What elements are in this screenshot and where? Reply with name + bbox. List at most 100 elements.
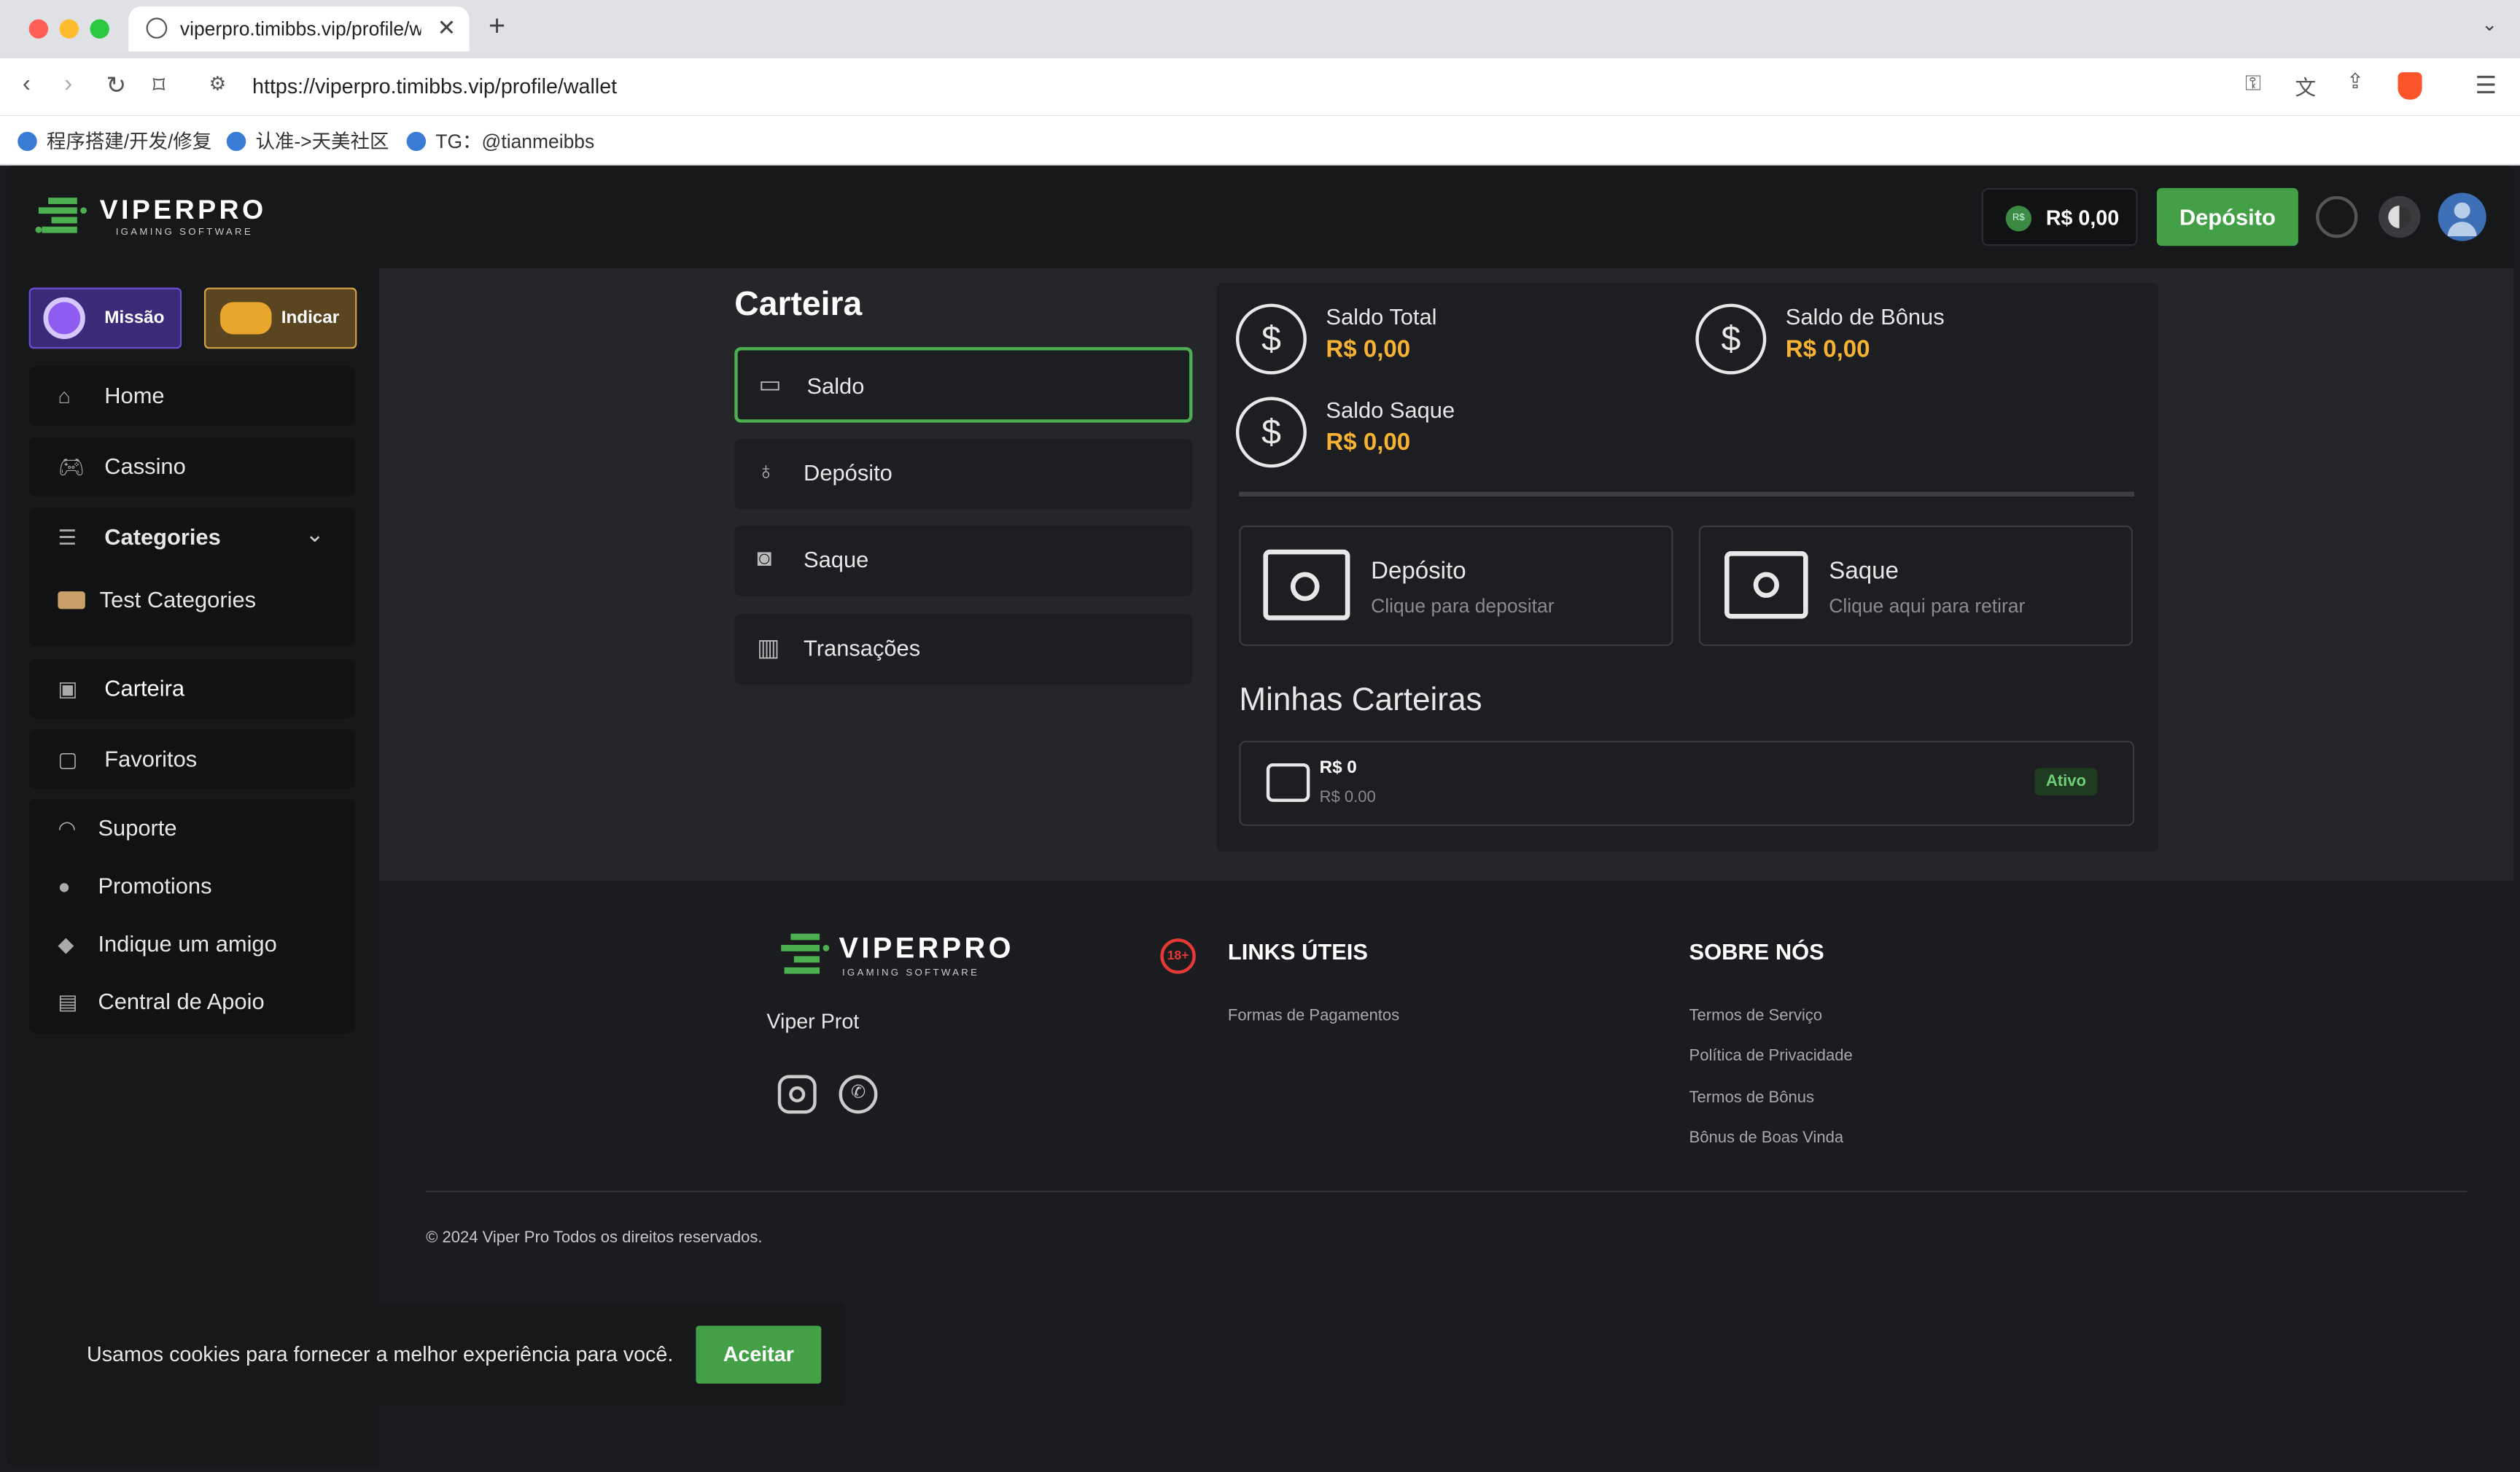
deposit-action-card[interactable]: Depósito Clique para depositar <box>1239 525 1673 647</box>
translate-icon[interactable]: 文 <box>2295 71 2316 101</box>
age-restriction-badge: 18+ <box>1160 938 1196 974</box>
sidebar-item-label: Suporte <box>98 814 177 841</box>
wallet-row-subamount: R$ 0.00 <box>1319 789 1376 807</box>
wallet-menu-withdraw[interactable]: ◙ Saque <box>734 525 1193 596</box>
atm-icon <box>1263 549 1350 620</box>
withdraw-balance-label: Saldo Saque <box>1326 397 1455 423</box>
header-deposit-button[interactable]: Depósito <box>2156 187 2298 246</box>
invite-label: Indicar <box>281 308 340 328</box>
withdraw-balance-value: R$ 0,00 <box>1326 429 1411 456</box>
cookie-banner: Usamos cookies para fornecer a melhor ex… <box>64 1303 846 1406</box>
site-favicon-icon <box>226 131 246 152</box>
target-icon <box>43 297 85 340</box>
instagram-icon[interactable] <box>777 1075 817 1114</box>
dollar-icon: $ <box>1235 303 1307 375</box>
sidebar-item-wallet[interactable]: ▣ Carteira <box>28 658 356 719</box>
logo-subtext: IGAMING SOFTWARE <box>115 227 254 238</box>
maximize-window-button[interactable] <box>90 19 109 39</box>
bookmark-item[interactable]: TG：@tianmeibbs <box>406 127 594 154</box>
whatsapp-icon[interactable]: ✆ <box>839 1075 878 1114</box>
sidebar-item-casino[interactable]: 🎮︎ Cassino <box>28 437 356 497</box>
footer-link[interactable]: Formas de Pagamentos <box>1228 1008 1399 1025</box>
footer-logo-text: VIPERPRO <box>839 932 1014 965</box>
invite-button[interactable]: Indicar <box>203 287 357 349</box>
viper-logo-icon <box>781 933 830 974</box>
tab-title: viperpro.timibbs.vip/profile/wallet <box>179 17 421 41</box>
site-favicon-icon <box>406 131 427 152</box>
sidebar-support-group: ◠ Suporte ● Promotions ◆ Indique um amig… <box>28 798 356 1034</box>
browser-tab[interactable]: viperpro.timibbs.vip/profile/wallet ✕ <box>128 6 470 52</box>
sidebar-item-support[interactable]: ◠ Suporte <box>29 798 355 856</box>
copyright: © 2024 Viper Pro Todos os direitos reser… <box>426 1229 763 1247</box>
wallet-menu-label: Transações <box>804 634 921 661</box>
category-thumbnail-icon <box>58 591 85 610</box>
site-favicon-icon <box>18 131 37 152</box>
withdraw-action-card[interactable]: Saque Clique aqui para retirar <box>1698 525 2133 647</box>
wallet-icon <box>1266 763 1310 802</box>
wallet-row-amount: R$ 0 <box>1319 758 1357 778</box>
reload-icon[interactable]: ↻ <box>106 71 126 99</box>
sidebar-item-categories[interactable]: ☰ Categories ⌄ <box>29 507 355 567</box>
bookmark-item[interactable]: 程序搭建/开发/修复 <box>18 127 211 154</box>
top-navbar: VIPERPRO IGAMING SOFTWARE R$ R$ 0,00 Dep… <box>6 165 2514 269</box>
sidebar-item-label: Promotions <box>98 872 212 899</box>
bookmark-item[interactable]: 认准->天美社区 <box>226 127 389 154</box>
wallet-icon: ▣ <box>58 676 78 701</box>
folder-icon: ▢ <box>58 747 78 771</box>
sidebar-item-label: Central de Apoio <box>98 988 265 1014</box>
ticket-icon: ◆ <box>58 932 74 957</box>
sidebar-item-label: Indique um amigo <box>98 930 277 957</box>
footer-link[interactable]: Bônus de Boas Vinda <box>1689 1129 1844 1147</box>
footer-logo-subtext: IGAMING SOFTWARE <box>841 969 980 979</box>
megaphone-icon: ● <box>58 874 71 899</box>
key-icon[interactable]: ⚿ <box>2245 71 2261 96</box>
bookmark-icon[interactable]: ⌑ <box>152 71 165 99</box>
links-title: LINKS ÚTEIS <box>1227 938 1368 965</box>
sidebar-item-test-categories[interactable]: Test Categories <box>29 570 355 630</box>
footer-link[interactable]: Termos de Serviço <box>1689 1008 1823 1025</box>
footer-link[interactable]: Política de Privacidade <box>1689 1048 1853 1065</box>
menu-icon[interactable]: ☰ <box>2475 71 2497 99</box>
footer-divider <box>426 1191 2468 1193</box>
wallet-menu-deposit[interactable]: ♁ Depósito <box>734 438 1193 510</box>
minimize-window-button[interactable] <box>59 19 79 39</box>
tab-list-chevron-icon[interactable]: ⌄ <box>2481 13 2497 36</box>
sidebar-item-favorites[interactable]: ▢ Favoritos <box>28 729 356 790</box>
footer-link[interactable]: Termos de Bônus <box>1689 1089 1815 1107</box>
total-balance-value: R$ 0,00 <box>1326 335 1411 364</box>
sidebar-item-label: Home <box>104 382 165 408</box>
accept-cookies-button[interactable]: Aceitar <box>696 1325 822 1384</box>
sidebar-item-home[interactable]: ⌂ Home <box>28 366 356 427</box>
site-settings-icon[interactable]: ⚙ <box>209 72 227 95</box>
dollar-icon: $ <box>1235 397 1307 468</box>
total-balance-label: Saldo Total <box>1326 303 1437 330</box>
wallet-row[interactable]: R$ 0 R$ 0.00 Ativo <box>1239 741 2135 826</box>
wallet-menu-transactions[interactable]: ▥ Transações <box>734 613 1193 685</box>
sidebar-item-refer[interactable]: ◆ Indique um amigo <box>29 914 355 972</box>
wallet-balance-panel: $ Saldo Total R$ 0,00 $ Saldo de Bônus R… <box>1216 282 2159 852</box>
gamepad-icon: 🎮︎ <box>58 454 85 479</box>
theme-toggle-icon[interactable] <box>2379 195 2421 238</box>
tab-close-icon[interactable]: ✕ <box>438 15 456 42</box>
new-tab-button[interactable]: + <box>489 9 505 43</box>
forward-icon[interactable]: › <box>64 71 72 98</box>
language-globe-icon[interactable] <box>2316 195 2358 238</box>
share-icon[interactable]: ⇪ <box>2346 69 2364 95</box>
user-avatar[interactable] <box>2438 192 2486 241</box>
back-icon[interactable]: ‹ <box>23 71 31 98</box>
logo-text: VIPERPRO <box>99 194 267 225</box>
chart-icon: ▥ <box>757 634 780 663</box>
mission-button[interactable]: Missão <box>28 287 182 349</box>
address-bar[interactable]: https://viperpro.timibbs.vip/profile/wal… <box>252 74 617 98</box>
balance-display[interactable]: R$ R$ 0,00 <box>1981 187 2138 246</box>
close-window-button[interactable] <box>28 19 49 39</box>
footer-logo: VIPERPRO IGAMING SOFTWARE <box>778 929 1011 986</box>
sidebar-item-promotions[interactable]: ● Promotions <box>29 857 355 914</box>
deposit-card-title: Depósito <box>1371 557 1466 585</box>
document-icon: ▤ <box>58 989 78 1014</box>
sidebar-item-help[interactable]: ▤ Central de Apoio <box>29 972 355 1029</box>
chevron-down-icon[interactable]: ⌄ <box>306 521 324 548</box>
logo[interactable]: VIPERPRO IGAMING SOFTWARE <box>35 195 263 248</box>
wallet-menu-balance[interactable]: ▭ Saldo <box>734 347 1193 423</box>
brave-shield-icon[interactable] <box>2398 72 2422 100</box>
